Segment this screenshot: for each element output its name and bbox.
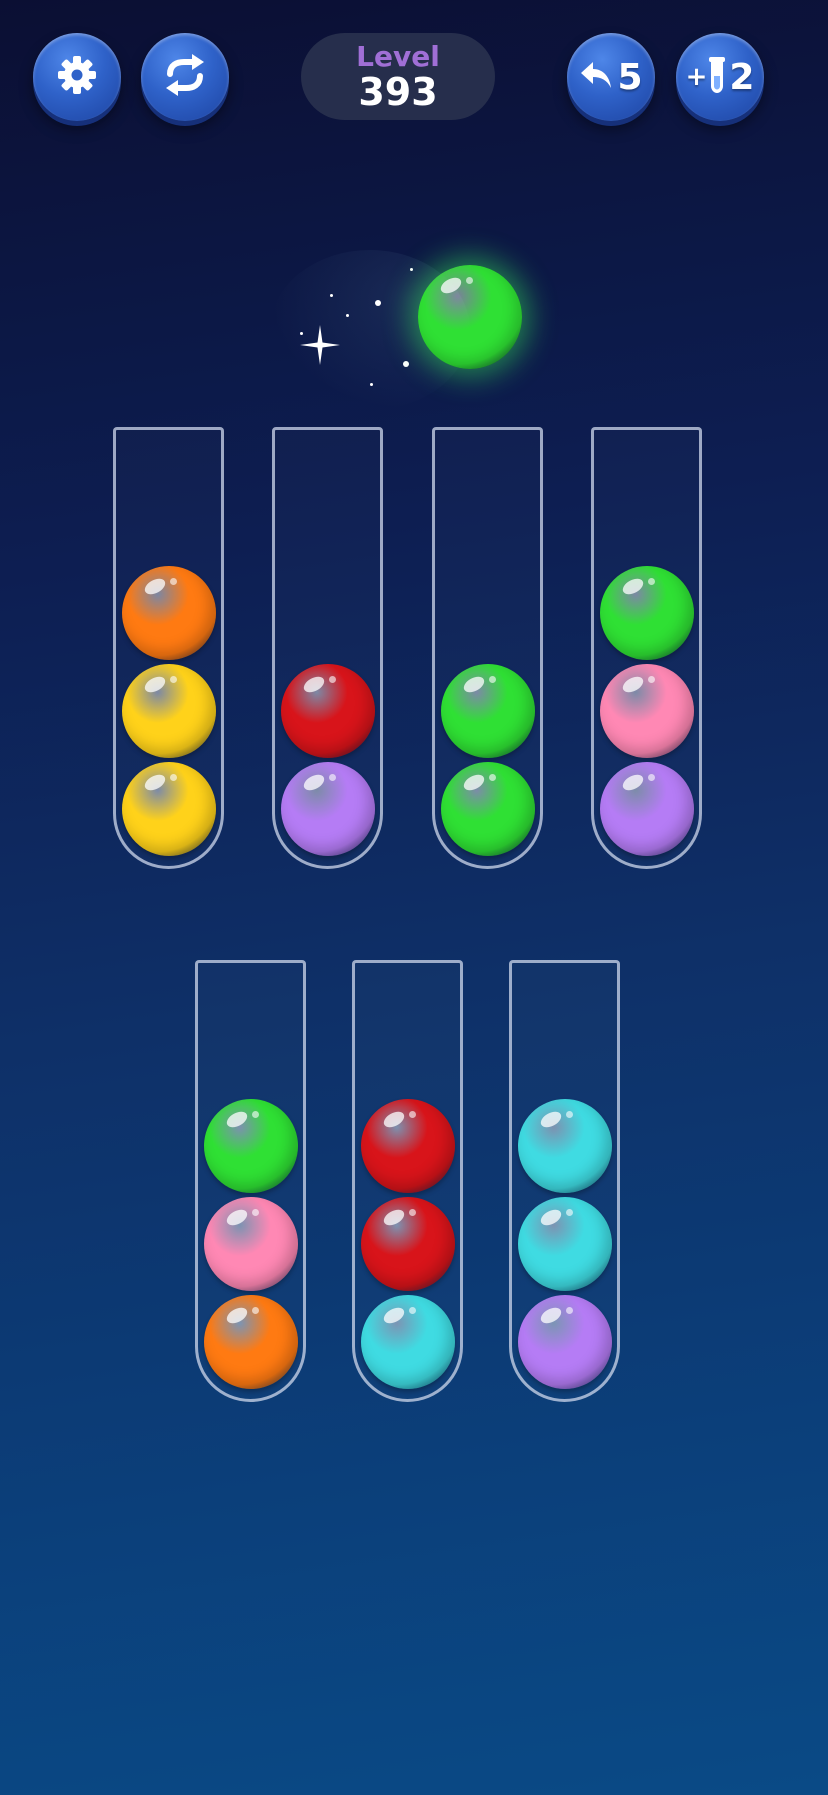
test-tube-icon [708,56,726,98]
tube[interactable] [352,960,463,1402]
tube[interactable] [509,960,620,1402]
pink-ball [203,1197,298,1291]
sparkle-dot [375,300,381,306]
tube[interactable] [272,427,383,869]
cyan-ball [360,1295,455,1389]
sparkle-dot [403,361,409,367]
pink-ball [599,664,694,758]
sparkle-dot [370,383,373,386]
red-ball [360,1099,455,1193]
sparkle-dot [300,332,303,335]
tube[interactable] [113,427,224,869]
level-label: Level [356,39,440,73]
green-ball [418,265,522,369]
sparkle-dot [330,294,333,297]
purple-ball [280,762,375,856]
purple-ball [599,762,694,856]
red-ball [280,664,375,758]
green-ball [203,1099,298,1193]
green-ball [440,762,535,856]
add-tube-button[interactable]: + 2 [676,33,764,121]
undo-button[interactable]: 5 [567,33,655,121]
orange-ball [121,566,216,660]
yellow-ball [121,762,216,856]
cyan-ball [517,1099,612,1193]
level-indicator: Level 393 [301,33,495,120]
sparkle-dot [410,268,413,271]
tube[interactable] [432,427,543,869]
restart-arrows-icon [160,52,210,102]
purple-ball [517,1295,612,1389]
add-tube-plus: + [685,62,708,92]
orange-ball [203,1295,298,1389]
sparkle-dot [346,314,349,317]
add-tube-count: 2 [729,56,755,98]
gear-icon [54,52,100,102]
tube[interactable] [591,427,702,869]
green-ball [440,664,535,758]
lifted-ball [418,265,522,369]
settings-button[interactable] [33,33,121,121]
cyan-ball [517,1197,612,1291]
level-number: 393 [358,69,438,114]
restart-button[interactable] [141,33,229,121]
red-ball [360,1197,455,1291]
yellow-ball [121,664,216,758]
tube[interactable] [195,960,306,1402]
sparkle-icon [300,325,340,365]
undo-arrow-icon [579,58,615,96]
undo-count: 5 [617,56,643,98]
green-ball [599,566,694,660]
